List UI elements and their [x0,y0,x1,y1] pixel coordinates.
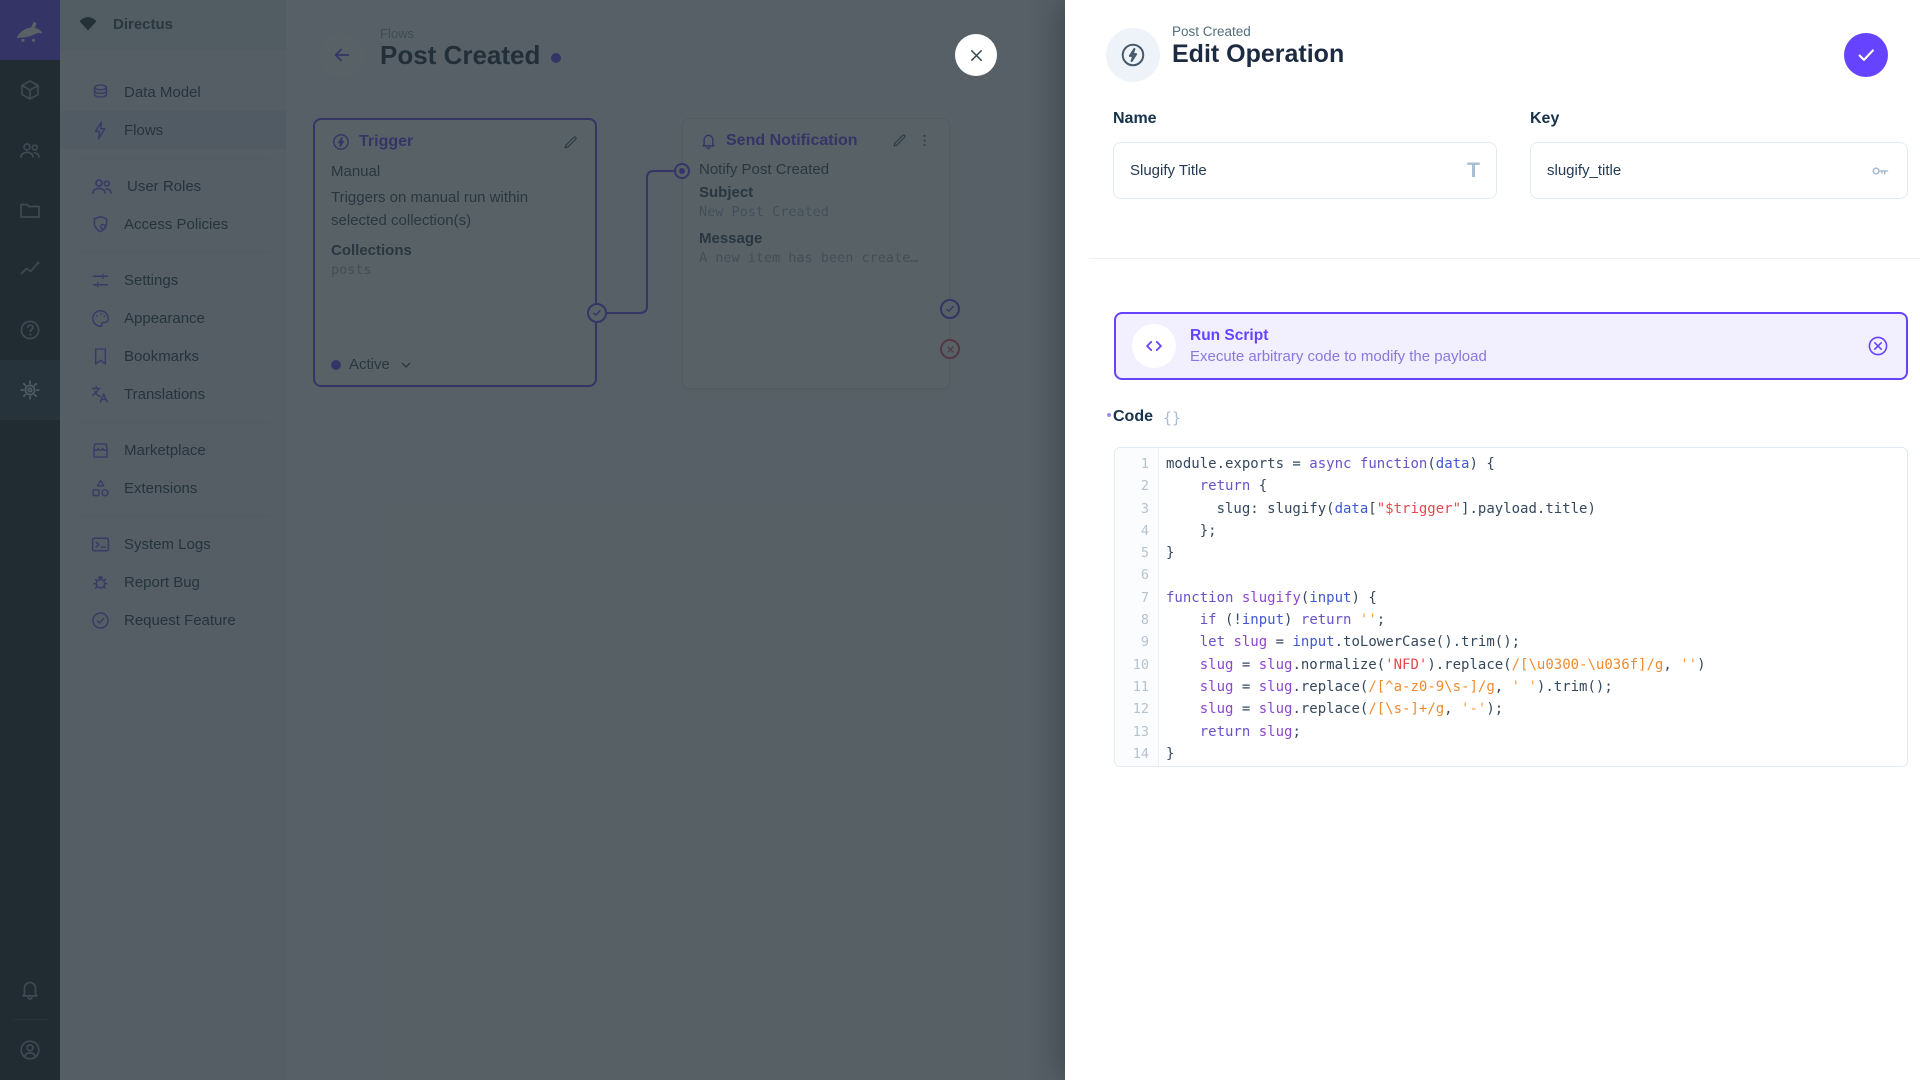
name-input[interactable] [1130,162,1457,179]
code-line: if (!input) return ''; [1166,609,1907,631]
code-line: } [1166,743,1907,765]
code-line: return slug; [1166,721,1907,743]
key-icon [1869,160,1891,182]
divider [1089,258,1920,259]
run-script-type-card[interactable]: Run Script Execute arbitrary code to mod… [1114,312,1908,380]
code-editor[interactable]: 1234567891011121314 module.exports = asy… [1114,447,1908,767]
key-input[interactable] [1547,162,1859,179]
drawer-breadcrumb: Post Created [1172,24,1251,39]
code-line: }; [1166,520,1907,542]
code-line: module.exports = async function(data) { [1166,453,1907,475]
save-button[interactable] [1844,33,1888,77]
required-dot [1107,413,1111,417]
line-numbers: 1234567891011121314 [1115,448,1159,766]
code-line: slug = slug.normalize('NFD').replace(/[\… [1166,654,1907,676]
code-field-label: Code {} [1107,408,1181,427]
code-line: slug = slug.replace(/[\s-]+/g, '-'); [1166,698,1907,720]
drawer-overlay[interactable] [0,0,1065,1080]
title-format-icon: T [1467,159,1480,183]
close-drawer-button[interactable] [955,34,997,76]
key-field[interactable] [1530,142,1908,199]
name-label: Name [1113,110,1157,128]
drawer-title: Edit Operation [1172,40,1344,69]
banner-title: Run Script [1190,327,1487,345]
key-label: Key [1530,110,1559,128]
code-line: slug = slug.replace(/[^a-z0-9\s-]/g, ' '… [1166,676,1907,698]
braces-icon: {} [1163,408,1181,427]
check-icon [1855,44,1877,66]
code-line: } [1166,542,1907,564]
deselect-type-icon[interactable] [1866,334,1890,358]
code-line: let slug = input.toLowerCase().trim(); [1166,631,1907,653]
code-line: function slugify(input) { [1166,587,1907,609]
bolt-circle-icon [1119,41,1147,69]
code-line: return { [1166,475,1907,497]
code-line [1166,564,1907,586]
banner-subtitle: Execute arbitrary code to modify the pay… [1190,348,1487,365]
name-field[interactable]: T [1113,142,1497,199]
edit-operation-drawer: Post Created Edit Operation Name Key T R… [1065,0,1920,1080]
code-tags-icon [1132,324,1176,368]
code-line: slug: slugify(data["$trigger"].payload.t… [1166,498,1907,520]
close-icon [967,46,986,65]
operation-type-badge [1106,28,1160,82]
